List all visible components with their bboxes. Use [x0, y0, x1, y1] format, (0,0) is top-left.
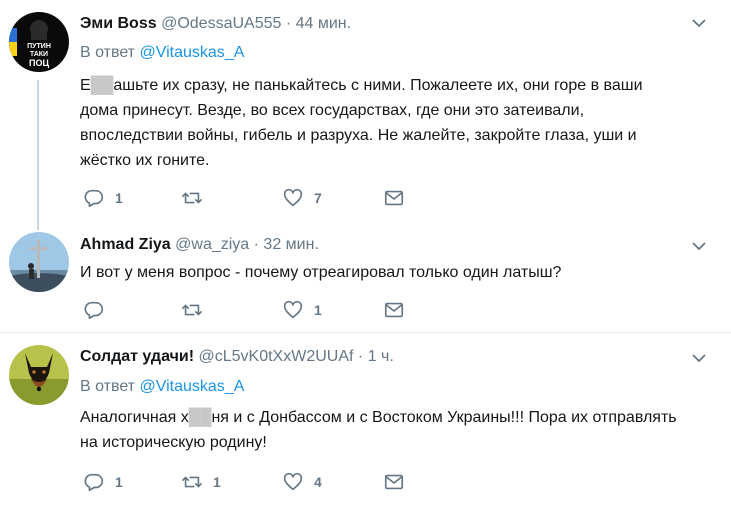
like-button[interactable]: 1	[282, 298, 322, 322]
tweet-text-part: Аналогичная х	[80, 409, 189, 426]
tweet-1[interactable]: ПУТИН ТАКИ ПОЦ Эми Boss @OdessaUA555 · 4…	[0, 0, 731, 222]
tweet-header: Солдат удачи! @cL5vK0tXxW2UUAf · 1 ч.	[80, 347, 394, 367]
separator-dot: ·	[285, 15, 292, 32]
reply-context: В ответ @Vitauskas_A	[80, 377, 244, 397]
avatar[interactable]: ПУТИН ТАКИ ПОЦ	[9, 12, 69, 72]
tweet-text: Аналогичная х██ня и с Донбассом и с Вост…	[80, 405, 680, 455]
tweet-actions: 1	[80, 298, 420, 322]
timestamp[interactable]: 32 мин.	[263, 236, 318, 253]
reply-icon	[84, 189, 104, 208]
like-count: 7	[314, 190, 322, 206]
reply-icon	[84, 473, 104, 492]
display-name[interactable]: Ahmad Ziya	[80, 236, 171, 253]
envelope-icon	[384, 302, 404, 318]
retweet-icon	[182, 476, 202, 488]
tweet-text: Е██ашьте их сразу, не панькайтесь с ними…	[80, 73, 680, 173]
separator-dot: ·	[253, 236, 259, 253]
retweet-button[interactable]	[181, 186, 213, 210]
chevron-down-icon[interactable]	[690, 237, 708, 255]
avatar-text-2: ТАКИ	[30, 51, 48, 58]
display-name[interactable]: Эми Boss	[80, 15, 157, 32]
reply-button[interactable]: 1	[83, 470, 123, 494]
username[interactable]: @OdessaUA555	[161, 15, 281, 32]
envelope-icon	[384, 190, 404, 206]
reply-prefix: В ответ	[80, 44, 136, 61]
reply-count: 1	[115, 474, 123, 490]
avatar-text-1: ПУТИН	[27, 43, 51, 50]
avatar[interactable]	[9, 345, 69, 405]
direct-message-button[interactable]	[383, 470, 405, 494]
retweet-count: 1	[213, 474, 221, 490]
like-button[interactable]: 7	[282, 186, 322, 210]
avatar[interactable]	[9, 232, 69, 292]
direct-message-button[interactable]	[383, 186, 405, 210]
timestamp[interactable]: 1 ч.	[368, 348, 394, 365]
retweet-icon	[182, 192, 202, 204]
thread-line	[37, 222, 39, 230]
reply-button[interactable]	[83, 298, 115, 322]
reply-prefix: В ответ	[80, 378, 136, 395]
tweet-text-part: ашьте их сразу, не панькайтесь с ними. П…	[80, 77, 643, 169]
chevron-down-icon[interactable]	[690, 14, 708, 32]
envelope-icon	[384, 474, 404, 490]
retweet-button[interactable]: 1	[181, 470, 221, 494]
reply-icon	[84, 301, 104, 320]
reply-context: В ответ @Vitauskas_A	[80, 43, 244, 63]
tweet-actions: 1 7	[80, 186, 420, 210]
retweet-button[interactable]	[181, 298, 213, 322]
tweet-text: И вот у меня вопрос - почему отреагирова…	[80, 264, 562, 281]
reply-button[interactable]: 1	[83, 186, 123, 210]
avatar-image	[9, 345, 69, 405]
reply-mention-link[interactable]: @Vitauskas_A	[139, 44, 244, 61]
retweet-icon	[182, 304, 202, 316]
username[interactable]: @cL5vK0tXxW2UUAf	[199, 348, 354, 365]
tweet-header: Эми Boss @OdessaUA555 · 44 мин.	[80, 14, 351, 34]
avatar-text-3: ПОЦ	[29, 58, 49, 68]
tweet-text-part: Е	[80, 77, 91, 94]
tweet-3[interactable]: Солдат удачи! @cL5vK0tXxW2UUAf · 1 ч. В …	[0, 333, 731, 515]
heart-icon	[283, 472, 303, 491]
censored-word: ██	[90, 77, 114, 94]
tweet-header: Ahmad Ziya @wa_ziya · 32 мин.	[80, 235, 319, 255]
heart-icon	[283, 300, 303, 319]
separator-dot: ·	[357, 348, 364, 365]
direct-message-button[interactable]	[383, 298, 405, 322]
tweet-actions: 1 1 4	[80, 470, 420, 494]
avatar-image: ПУТИН ТАКИ ПОЦ	[9, 12, 69, 72]
like-count: 1	[314, 302, 322, 318]
avatar-image	[9, 232, 69, 292]
timestamp[interactable]: 44 мин.	[296, 15, 351, 32]
heart-icon	[283, 188, 303, 207]
reply-count: 1	[115, 190, 123, 206]
username[interactable]: @wa_ziya	[175, 236, 249, 253]
like-count: 4	[314, 474, 322, 490]
display-name[interactable]: Солдат удачи!	[80, 348, 194, 365]
censored-word: ██	[188, 409, 212, 426]
thread-line	[37, 80, 39, 222]
like-button[interactable]: 4	[282, 470, 322, 494]
reply-mention-link[interactable]: @Vitauskas_A	[139, 378, 244, 395]
tweet-2[interactable]: Ahmad Ziya @wa_ziya · 32 мин. И вот у ме…	[0, 222, 731, 332]
chevron-down-icon[interactable]	[690, 349, 708, 367]
